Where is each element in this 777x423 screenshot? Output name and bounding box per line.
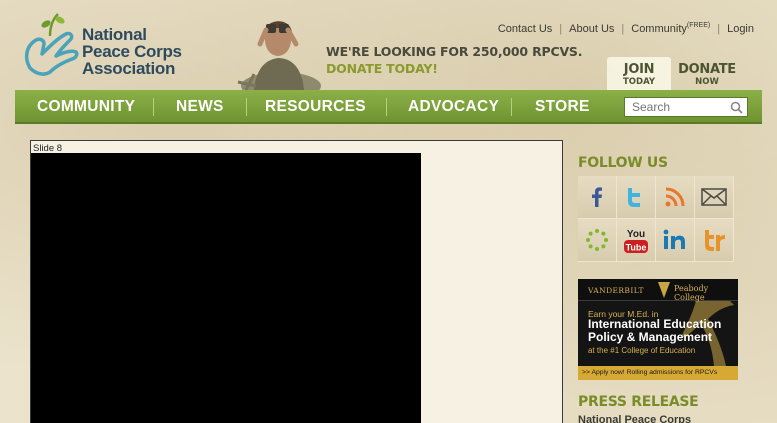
slideshow[interactable]: Slide 8 — [30, 140, 563, 423]
donate-label: DONATE — [678, 62, 736, 77]
about-us-link[interactable]: About Us — [569, 23, 614, 35]
main-nav: COMMUNITY NEWS RESOURCES ADVOCACY STORE — [15, 90, 762, 124]
technorati-icon — [705, 230, 725, 251]
tagline-line-2[interactable]: DONATE TODAY! — [326, 60, 582, 77]
peace-hand-icon — [24, 13, 79, 76]
social-icons-grid: You Tube — [578, 176, 734, 262]
twitter-icon — [628, 188, 640, 207]
linkedin-button[interactable] — [656, 219, 695, 262]
youtube-icon: You Tube — [624, 229, 648, 253]
nav-item-community[interactable]: COMMUNITY — [37, 90, 135, 124]
email-icon — [701, 188, 727, 206]
search-icon[interactable] — [730, 101, 743, 114]
ad-vanderbilt-label: VANDERBILT — [588, 286, 644, 295]
join-today-button[interactable]: JOIN TODAY — [607, 57, 671, 91]
separator: | — [559, 22, 563, 35]
facebook-icon — [592, 187, 602, 207]
ning-button[interactable] — [578, 219, 617, 262]
vanderbilt-ad[interactable]: VANDERBILT Peabody College Earn your M.E… — [578, 279, 738, 380]
donate-now-button[interactable]: DONATE NOW — [675, 57, 739, 91]
follow-us-title: FOLLOW US — [578, 155, 668, 171]
join-sublabel: TODAY — [623, 77, 655, 87]
ning-icon — [586, 229, 608, 251]
logo-line-1: National — [82, 25, 147, 44]
top-links: Contact Us | About Us | Community(FREE) … — [498, 22, 754, 35]
community-label: Community — [631, 23, 687, 35]
logo-text[interactable]: National Peace Corps Association — [82, 26, 182, 77]
vanderbilt-v-icon — [658, 282, 670, 298]
logo-line-3: Association — [82, 59, 176, 78]
facebook-button[interactable] — [578, 176, 617, 219]
nav-separator — [511, 98, 512, 116]
ad-apply-now-banner[interactable]: >> Apply now! Rolling admissions for RPC… — [578, 366, 738, 380]
tagline-line-1: WE'RE LOOKING FOR 250,000 RPCVS. — [326, 44, 583, 59]
join-label: JOIN — [623, 62, 655, 77]
search-input[interactable] — [625, 98, 747, 116]
nav-item-news[interactable]: NEWS — [176, 90, 224, 124]
separator: | — [717, 22, 721, 35]
youtube-button[interactable]: You Tube — [617, 219, 656, 262]
nav-item-advocacy[interactable]: ADVOCACY — [408, 90, 499, 124]
binoculars-woman-photo — [237, 21, 321, 90]
slide-image[interactable] — [31, 153, 421, 423]
nav-separator — [246, 98, 247, 116]
svg-text:Tube: Tube — [626, 243, 647, 253]
ad-program-title: International Education Policy & Managem… — [588, 318, 721, 344]
logo-line-2: Peace Corps — [82, 42, 182, 61]
press-release-title: PRESS RELEASE — [578, 394, 699, 410]
rss-icon — [665, 187, 685, 207]
nav-separator — [153, 98, 154, 116]
svg-text:You: You — [627, 229, 645, 240]
nav-item-resources[interactable]: RESOURCES — [265, 90, 366, 124]
technorati-button[interactable] — [695, 219, 734, 262]
ad-subtitle: at the #1 College of Education — [588, 346, 696, 355]
linkedin-icon — [663, 229, 685, 249]
press-release-link[interactable]: National Peace Corps — [578, 414, 691, 423]
nav-separator — [386, 98, 387, 116]
contact-us-link[interactable]: Contact Us — [498, 23, 552, 35]
separator: | — [621, 22, 625, 35]
email-button[interactable] — [695, 176, 734, 219]
community-link[interactable]: Community(FREE) — [631, 22, 710, 35]
ad-header: VANDERBILT Peabody College — [578, 279, 738, 302]
free-badge: (FREE) — [686, 22, 711, 29]
tagline[interactable]: WE'RE LOOKING FOR 250,000 RPCVS. DONATE … — [326, 43, 582, 77]
ad-program-line-2: Policy & Management — [588, 330, 713, 344]
nav-item-store[interactable]: STORE — [535, 90, 590, 124]
search-box — [624, 97, 748, 117]
login-link[interactable]: Login — [727, 23, 754, 35]
donate-sublabel: NOW — [695, 77, 719, 87]
rss-button[interactable] — [656, 176, 695, 219]
twitter-button[interactable] — [617, 176, 656, 219]
ad-peabody-label: Peabody College — [674, 284, 709, 302]
